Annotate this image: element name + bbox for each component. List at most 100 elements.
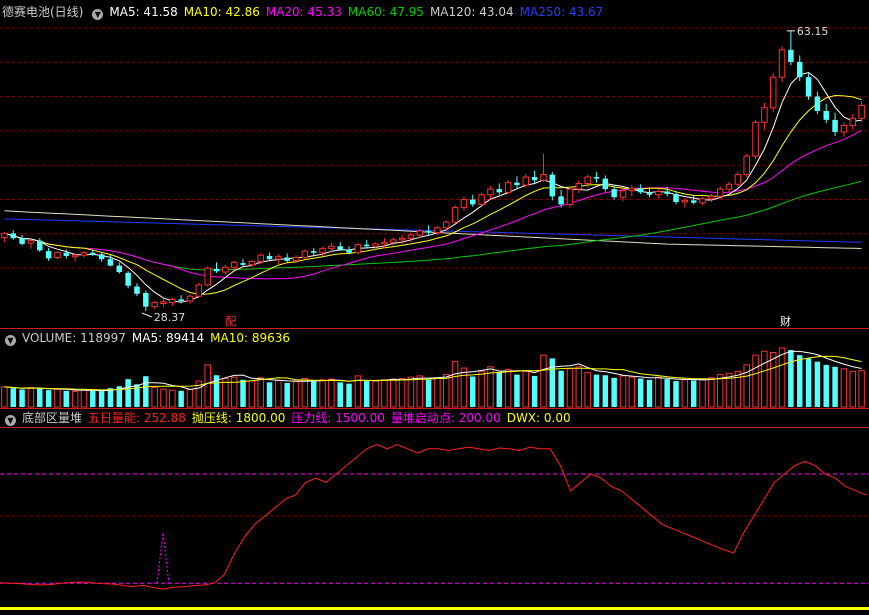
candle-body-down xyxy=(284,257,290,261)
candle-body-down xyxy=(107,259,114,266)
candle-body-up xyxy=(169,298,176,304)
volume-bar-down xyxy=(788,349,794,407)
indicator-toggle-icon[interactable]: ▼ xyxy=(5,415,16,426)
candle-body-up xyxy=(540,174,547,181)
volume-bar-up xyxy=(566,368,574,408)
stock-name[interactable]: 德赛电池(日线) xyxy=(2,5,83,19)
candle-body-up xyxy=(443,221,450,229)
low-marker-tick xyxy=(141,312,152,318)
volume-bar-up xyxy=(248,380,256,408)
ma250-label: MA250: 43.67 xyxy=(519,5,604,19)
candle-body-down xyxy=(646,192,653,195)
candle-body-up xyxy=(655,191,662,196)
volume-bar-down xyxy=(470,376,476,407)
candle-body-up xyxy=(257,254,264,263)
candle-body-up xyxy=(522,176,530,186)
candle-body-up xyxy=(478,194,485,205)
volume-bar-down xyxy=(832,366,838,407)
volume-bar-up xyxy=(840,368,848,408)
candle-body-down xyxy=(788,49,794,62)
indicator-name[interactable]: 底部区量堆 xyxy=(22,411,82,425)
candle-body-down xyxy=(240,263,246,265)
candle-body-up xyxy=(858,104,865,119)
candle-body-down xyxy=(10,233,16,239)
candle-body-up xyxy=(160,301,167,304)
candle-body-down xyxy=(19,238,25,244)
volume-bar-up xyxy=(628,376,636,408)
volume-bar-up xyxy=(186,388,194,408)
candle-body-down xyxy=(796,61,803,78)
candle-body-up xyxy=(301,250,309,259)
candle-body-up xyxy=(54,252,61,259)
volume-bar-up xyxy=(443,374,450,408)
volume-toggle-icon[interactable]: ▼ xyxy=(5,335,16,346)
candle-body-up xyxy=(725,183,733,190)
chart-canvas[interactable]: 63.15 28.37 配 财 xyxy=(0,0,869,615)
volume-bar-down xyxy=(337,382,343,407)
candle-body-down xyxy=(690,200,697,203)
volume-bar-down xyxy=(310,381,317,407)
candle-body-down xyxy=(673,193,679,202)
volume-bar-up xyxy=(584,372,591,408)
volume-bar-up xyxy=(160,388,167,408)
volume-bar-up xyxy=(71,390,79,408)
candle-body-up xyxy=(292,257,300,262)
volume-bar-down xyxy=(593,374,600,407)
volume-bar-up xyxy=(540,354,547,408)
candle-body-down xyxy=(514,182,520,186)
candle-body-up xyxy=(389,239,397,243)
candle-body-down xyxy=(363,244,370,247)
volume-bar-down xyxy=(602,375,609,407)
ma120-line xyxy=(4,210,862,249)
volume-bar-up xyxy=(769,352,777,408)
wurl-label: 五日量能: 252.88 xyxy=(88,411,186,425)
candle-body-down xyxy=(823,110,829,120)
candle-body-down xyxy=(266,255,273,260)
volume-bar-down xyxy=(346,383,352,407)
candle-body-up xyxy=(275,256,282,260)
candle-body-up xyxy=(734,174,742,185)
volume-panel-header: ▼ VOLUME: 118997 MA5: 89414 MA10: 89636 xyxy=(2,330,296,346)
candle-body-down xyxy=(425,230,432,233)
candle-body-down xyxy=(337,246,343,250)
volume-bar-up xyxy=(257,377,264,408)
candle-body-up xyxy=(681,199,689,203)
volume-bar-up xyxy=(416,375,423,408)
candle-body-down xyxy=(549,174,556,197)
indicator-panel-header: ▼ 底部区量堆 五日量能: 252.88 抛压线: 1800.00 压力线: 1500.… xyxy=(2,410,577,426)
volume-bar-up xyxy=(522,370,530,408)
volume-bar-up xyxy=(230,376,238,408)
volume-bar-up xyxy=(54,388,61,408)
ma20-line xyxy=(4,129,862,280)
candle-body-down xyxy=(125,272,131,286)
candle-body-up xyxy=(195,284,203,297)
candle-body-up xyxy=(451,207,459,223)
candle-body-up xyxy=(186,295,194,302)
candle-body-down xyxy=(602,178,609,190)
candle-body-up xyxy=(416,230,423,236)
volume-bar-down xyxy=(796,355,803,407)
volume-bar-up xyxy=(381,379,388,408)
volume-bar-down xyxy=(664,379,670,407)
volume-bar-up xyxy=(434,377,441,408)
volume-bar-down xyxy=(143,376,149,407)
volume-bar-down xyxy=(90,390,96,407)
price-panel-header: 德赛电池(日线) ▼ MA5: 41.58 MA10: 42.86 MA20: 45.3… xyxy=(2,4,609,20)
candle-body-down xyxy=(213,268,220,272)
volume-bar-down xyxy=(646,379,653,407)
volume-bar-up xyxy=(398,377,406,408)
volume-bar-up xyxy=(389,378,397,408)
dwx-baseline-bar xyxy=(0,607,869,610)
volume-bar-down xyxy=(284,383,290,407)
candle-body-up xyxy=(566,188,574,205)
settings-toggle-icon[interactable]: ▼ xyxy=(92,9,104,20)
low-price-label: 28.37 xyxy=(154,311,186,324)
candle-body-down xyxy=(611,189,617,198)
volume-bar-up xyxy=(27,387,35,408)
volume-bar-up xyxy=(328,378,335,408)
pyx-label: 抛压线: 1800.00 xyxy=(191,411,286,425)
volume-bar-up xyxy=(716,374,724,408)
candle-body-down xyxy=(593,177,600,179)
candle-body-up xyxy=(769,76,777,109)
volume-bar-down xyxy=(19,389,25,407)
